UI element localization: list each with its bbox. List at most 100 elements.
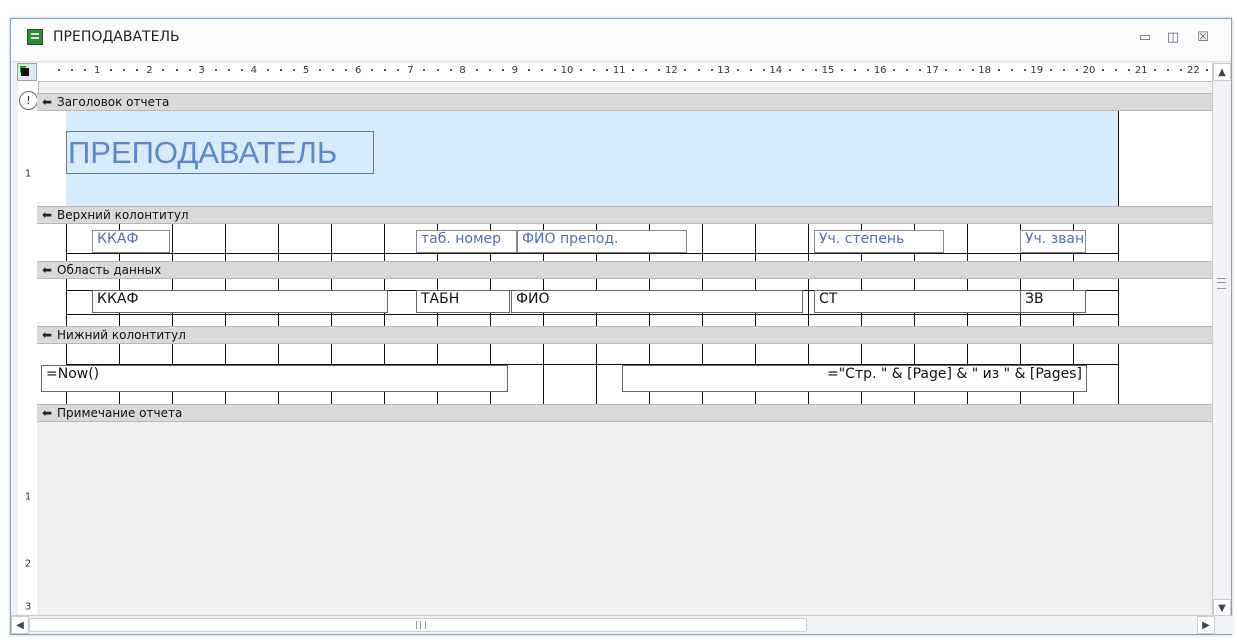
design-grid-line <box>808 279 809 326</box>
design-grid-line <box>66 253 1118 254</box>
ruler-tick <box>697 69 700 71</box>
section-label: Заголовок отчета <box>57 95 170 109</box>
ruler-number: 19 <box>1030 65 1044 76</box>
label-tab-number[interactable]: таб. номер <box>416 230 517 253</box>
ruler-number: 22 <box>1187 65 1200 76</box>
ruler-tick <box>384 69 387 71</box>
scroll-grip-icon <box>1217 278 1226 289</box>
ruler-number: 6 <box>355 65 362 76</box>
label-rank[interactable]: Уч. зван <box>1020 230 1086 253</box>
minimize-icon[interactable]: ▭ <box>1137 30 1153 46</box>
design-grid-line <box>1118 111 1119 206</box>
ruler-number: 16 <box>873 65 887 76</box>
section-collapse-icon: ⬅ <box>42 263 53 277</box>
ruler-tick <box>958 69 961 71</box>
field-fio[interactable]: ФИО <box>511 290 803 313</box>
ruler-tick <box>997 69 1000 71</box>
section-report-header[interactable]: ⬅ Заголовок отчета <box>37 93 1212 111</box>
ruler-tick <box>1154 69 1157 71</box>
maximize-icon[interactable]: ◫ <box>1165 30 1181 46</box>
ruler-tick <box>1010 69 1013 71</box>
ruler-tick <box>893 69 896 71</box>
ruler-tick <box>436 69 439 71</box>
ruler-tick <box>266 69 269 71</box>
field-tabn[interactable]: ТАБН <box>416 290 510 313</box>
report-title-label[interactable]: ПРЕПОДАВАТЕЛЬ <box>68 131 337 175</box>
design-grid-line <box>66 314 1118 315</box>
design-grid-line <box>278 224 279 261</box>
ruler-tick <box>1180 69 1183 71</box>
vertical-ruler-mark: 3 <box>24 601 32 613</box>
ruler-number: 20 <box>1082 65 1096 76</box>
ruler-tick <box>449 69 452 71</box>
design-grid-line <box>66 224 67 261</box>
ruler-tick <box>1023 69 1026 71</box>
section-label: Верхний колонтитул <box>57 208 189 222</box>
design-grid-line <box>225 224 226 261</box>
report-header-area: ПРЕПОДАВАТЕЛЬ <box>37 111 1212 206</box>
design-grid-line <box>1118 279 1119 326</box>
vertical-ruler-mark: 1 <box>24 491 32 503</box>
ruler-tick <box>71 69 74 71</box>
ruler-tick <box>906 69 909 71</box>
ruler-number: 21 <box>1134 65 1148 76</box>
ruler-tick <box>123 69 126 71</box>
vertical-ruler: 1 1 2 3 <box>18 81 39 617</box>
section-detail[interactable]: ⬅ Область данных <box>37 261 1212 279</box>
field-zv[interactable]: ЗВ <box>1020 290 1086 313</box>
ruler-number: 15 <box>821 65 835 76</box>
section-label: Область данных <box>57 263 162 277</box>
ruler-tick <box>1075 69 1078 71</box>
design-grid-line <box>1118 224 1119 261</box>
warning-icon[interactable]: ! <box>19 91 38 110</box>
ruler-tick <box>1128 69 1131 71</box>
scroll-up-icon[interactable]: ▲ <box>1213 63 1231 81</box>
ruler-tick <box>919 69 922 71</box>
section-label: Нижний колонтитул <box>57 328 186 342</box>
field-kkaf[interactable]: ККАФ <box>92 290 388 313</box>
design-grid-line <box>755 224 756 261</box>
section-report-footer[interactable]: ⬅ Примечание отчета <box>37 404 1212 422</box>
ruler-tick <box>488 69 491 71</box>
ruler-tick <box>332 69 335 71</box>
ruler-tick <box>279 69 282 71</box>
horizontal-scrollbar[interactable]: ◀ ▶ <box>11 615 1233 634</box>
ruler-tick <box>945 69 948 71</box>
ruler-tick <box>319 69 322 71</box>
ruler-tick <box>397 69 400 71</box>
label-degree[interactable]: Уч. степень <box>814 230 944 253</box>
section-page-header[interactable]: ⬅ Верхний колонтитул <box>37 206 1212 224</box>
vertical-scrollbar[interactable]: ▲ ▼ <box>1212 63 1231 617</box>
ruler-number: 12 <box>665 65 678 76</box>
field-st[interactable]: СТ <box>814 290 1021 313</box>
ruler-tick <box>762 69 765 71</box>
scroll-right-icon[interactable]: ▶ <box>1197 616 1215 634</box>
horizontal-scroll-thumb[interactable] <box>29 618 807 632</box>
select-report-button[interactable] <box>17 63 37 81</box>
ruler-number: 8 <box>459 65 466 76</box>
ruler-tick <box>1049 69 1052 71</box>
section-collapse-icon: ⬅ <box>42 208 53 222</box>
label-fio[interactable]: ФИО препод. <box>517 230 687 253</box>
label-kkaf[interactable]: ККАФ <box>92 230 170 253</box>
ruler-tick <box>423 69 426 71</box>
ruler-tick <box>214 69 217 71</box>
page-footer-area: =Now() ="Стр. " & [Page] & " из " & [Pag… <box>37 344 1212 404</box>
field-now[interactable]: =Now() <box>41 365 508 392</box>
ruler-number: 9 <box>511 65 518 76</box>
ruler-tick <box>632 69 635 71</box>
ruler-tick <box>1062 69 1065 71</box>
section-collapse-icon: ⬅ <box>42 328 53 342</box>
page-header-area: ККАФ таб. номер ФИО препод. Уч. степень … <box>37 224 1212 261</box>
field-page-count[interactable]: ="Стр. " & [Page] & " из " & [Pages] <box>622 365 1087 392</box>
close-icon[interactable]: ☒ <box>1195 30 1211 46</box>
scroll-grip-icon <box>416 621 426 629</box>
ruler-tick <box>58 69 61 71</box>
design-grid-line <box>172 224 173 261</box>
selection-mark <box>21 68 29 76</box>
section-page-footer[interactable]: ⬅ Нижний колонтитул <box>37 326 1212 344</box>
ruler-tick <box>292 69 295 71</box>
design-grid-line <box>1118 344 1119 404</box>
scroll-left-icon[interactable]: ◀ <box>11 616 29 634</box>
ruler-tick <box>110 69 113 71</box>
